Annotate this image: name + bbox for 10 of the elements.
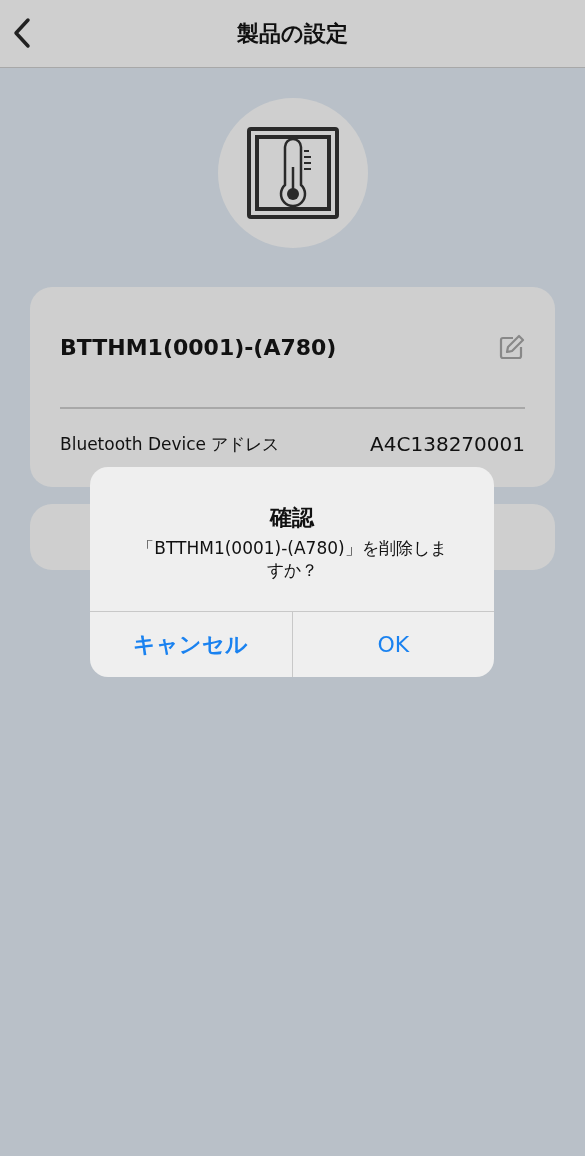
thermometer-icon (246, 127, 339, 219)
dialog-message: 「BTTHM1(0001)-(A780)」を削除しますか？ (136, 536, 448, 582)
header-title: 製品の設定 (237, 19, 348, 48)
dialog-title: 確認 (270, 503, 314, 532)
back-icon[interactable] (12, 17, 32, 49)
device-name: BTTHM1(0001)-(A780) (60, 334, 337, 360)
ok-button[interactable]: OK (291, 612, 494, 677)
address-label: Bluetooth Device アドレス (60, 432, 280, 456)
address-value: A4C138270001 (370, 432, 525, 456)
cancel-button[interactable]: キャンセル (90, 612, 292, 677)
